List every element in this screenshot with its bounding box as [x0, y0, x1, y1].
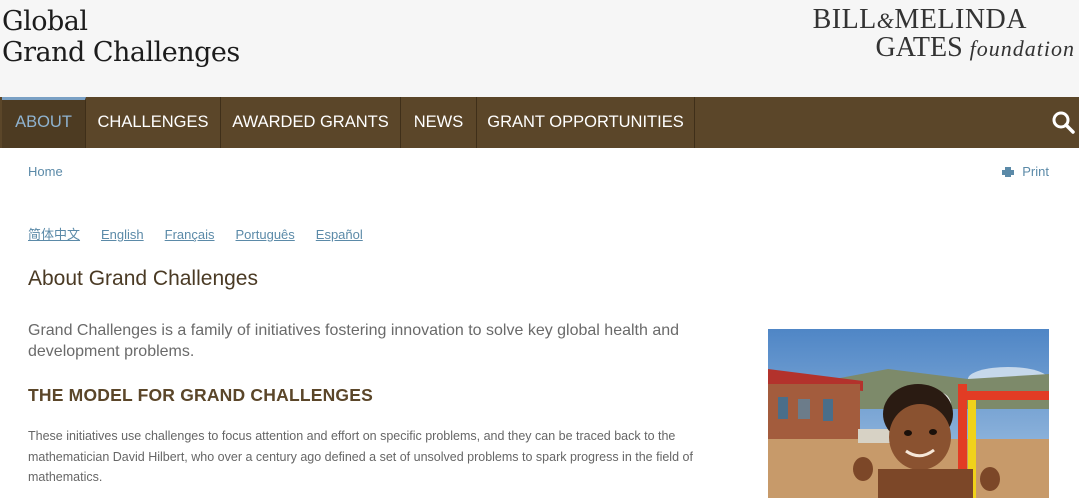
- page-title: About Grand Challenges: [28, 267, 258, 290]
- lead-paragraph: Grand Challenges is a family of initiati…: [28, 322, 680, 360]
- foundation-logo-line2: GATES foundation: [875, 32, 1075, 63]
- site-header: Global Grand Challenges BILL&MELINDA GAT…: [0, 0, 1079, 97]
- breadcrumb: Home: [28, 164, 63, 179]
- section-heading: THE MODEL FOR GRAND CHALLENGES: [28, 385, 373, 405]
- site-logo-line2: Grand Challenges: [2, 37, 240, 68]
- body-paragraph: These initiatives use challenges to focu…: [28, 429, 693, 484]
- child-photo: [768, 329, 1049, 498]
- site-logo-line1: Global: [2, 6, 88, 37]
- print-label: Print: [1022, 164, 1049, 179]
- search-icon[interactable]: [1051, 110, 1075, 134]
- lang-link-spanish[interactable]: Español: [316, 227, 363, 242]
- lang-link-portuguese[interactable]: Português: [236, 227, 295, 242]
- nav-item-grant-opportunities[interactable]: GRANT OPPORTUNITIES: [477, 97, 695, 148]
- nav-item-challenges[interactable]: CHALLENGES: [86, 97, 221, 148]
- site-logo[interactable]: Global Grand Challenges: [2, 6, 240, 68]
- print-button[interactable]: Print: [1002, 164, 1049, 179]
- breadcrumb-home-link[interactable]: Home: [28, 164, 63, 179]
- main-nav: ABOUT CHALLENGES AWARDED GRANTS NEWS GRA…: [0, 97, 1079, 148]
- printer-icon: [1002, 167, 1015, 177]
- foundation-logo-line1: BILL&MELINDA: [812, 4, 1027, 35]
- lang-link-french[interactable]: Français: [165, 227, 215, 242]
- lang-link-english[interactable]: English: [101, 227, 144, 242]
- nav-item-about[interactable]: ABOUT: [2, 97, 86, 148]
- nav-item-news[interactable]: NEWS: [401, 97, 477, 148]
- nav-item-awarded-grants[interactable]: AWARDED GRANTS: [221, 97, 401, 148]
- language-selector: 简体中文 English Français Português Español: [28, 224, 384, 243]
- gates-foundation-logo[interactable]: BILL&MELINDA GATES foundation: [805, 4, 1075, 63]
- lang-link-chinese[interactable]: 简体中文: [28, 227, 80, 242]
